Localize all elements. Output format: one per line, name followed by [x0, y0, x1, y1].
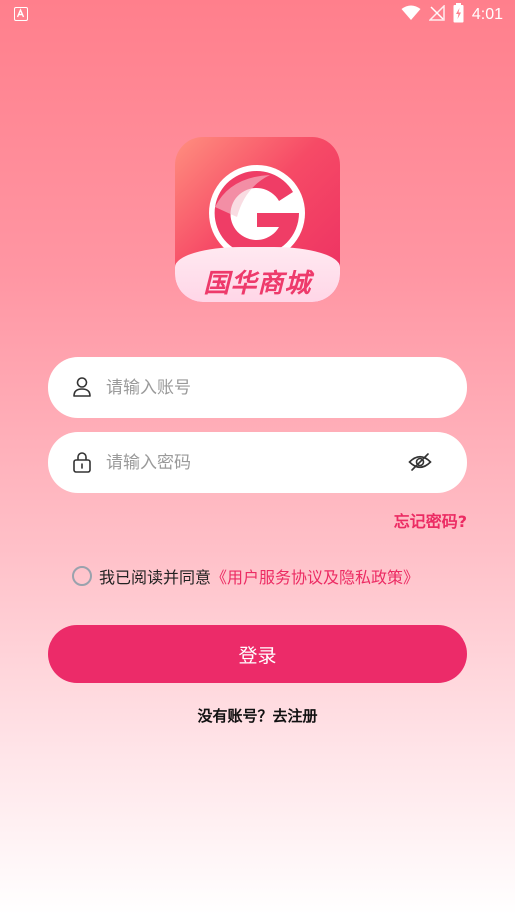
password-input[interactable] [106, 446, 416, 479]
user-icon [70, 375, 94, 399]
no-signal-icon [428, 4, 445, 25]
lock-icon [70, 450, 94, 474]
account-field[interactable] [48, 357, 467, 418]
agreement-row: 我已阅读并同意 《用户服务协议及隐私政策》 [72, 564, 419, 588]
account-input[interactable] [106, 371, 416, 404]
agreement-checkbox[interactable] [72, 566, 92, 586]
eye-closed-icon[interactable] [408, 450, 432, 474]
app-logo: 国华商城 [175, 137, 340, 302]
register-link[interactable]: 没有账号？去注册 [0, 705, 515, 726]
logo-text: 国华商城 [203, 269, 312, 299]
wifi-icon [401, 5, 421, 25]
battery-charging-icon [453, 3, 464, 27]
status-bar: 4:01 [0, 0, 515, 30]
forgot-password-link[interactable]: 忘记密码? [394, 508, 467, 532]
password-field[interactable] [48, 432, 467, 493]
login-button[interactable]: 登录 [48, 625, 467, 683]
a-notification-icon [14, 7, 28, 21]
agreement-prefix: 我已阅读并同意 [99, 568, 212, 587]
agreement-link[interactable]: 《用户服务协议及隐私政策》 [211, 564, 419, 588]
status-time: 4:01 [471, 6, 503, 23]
